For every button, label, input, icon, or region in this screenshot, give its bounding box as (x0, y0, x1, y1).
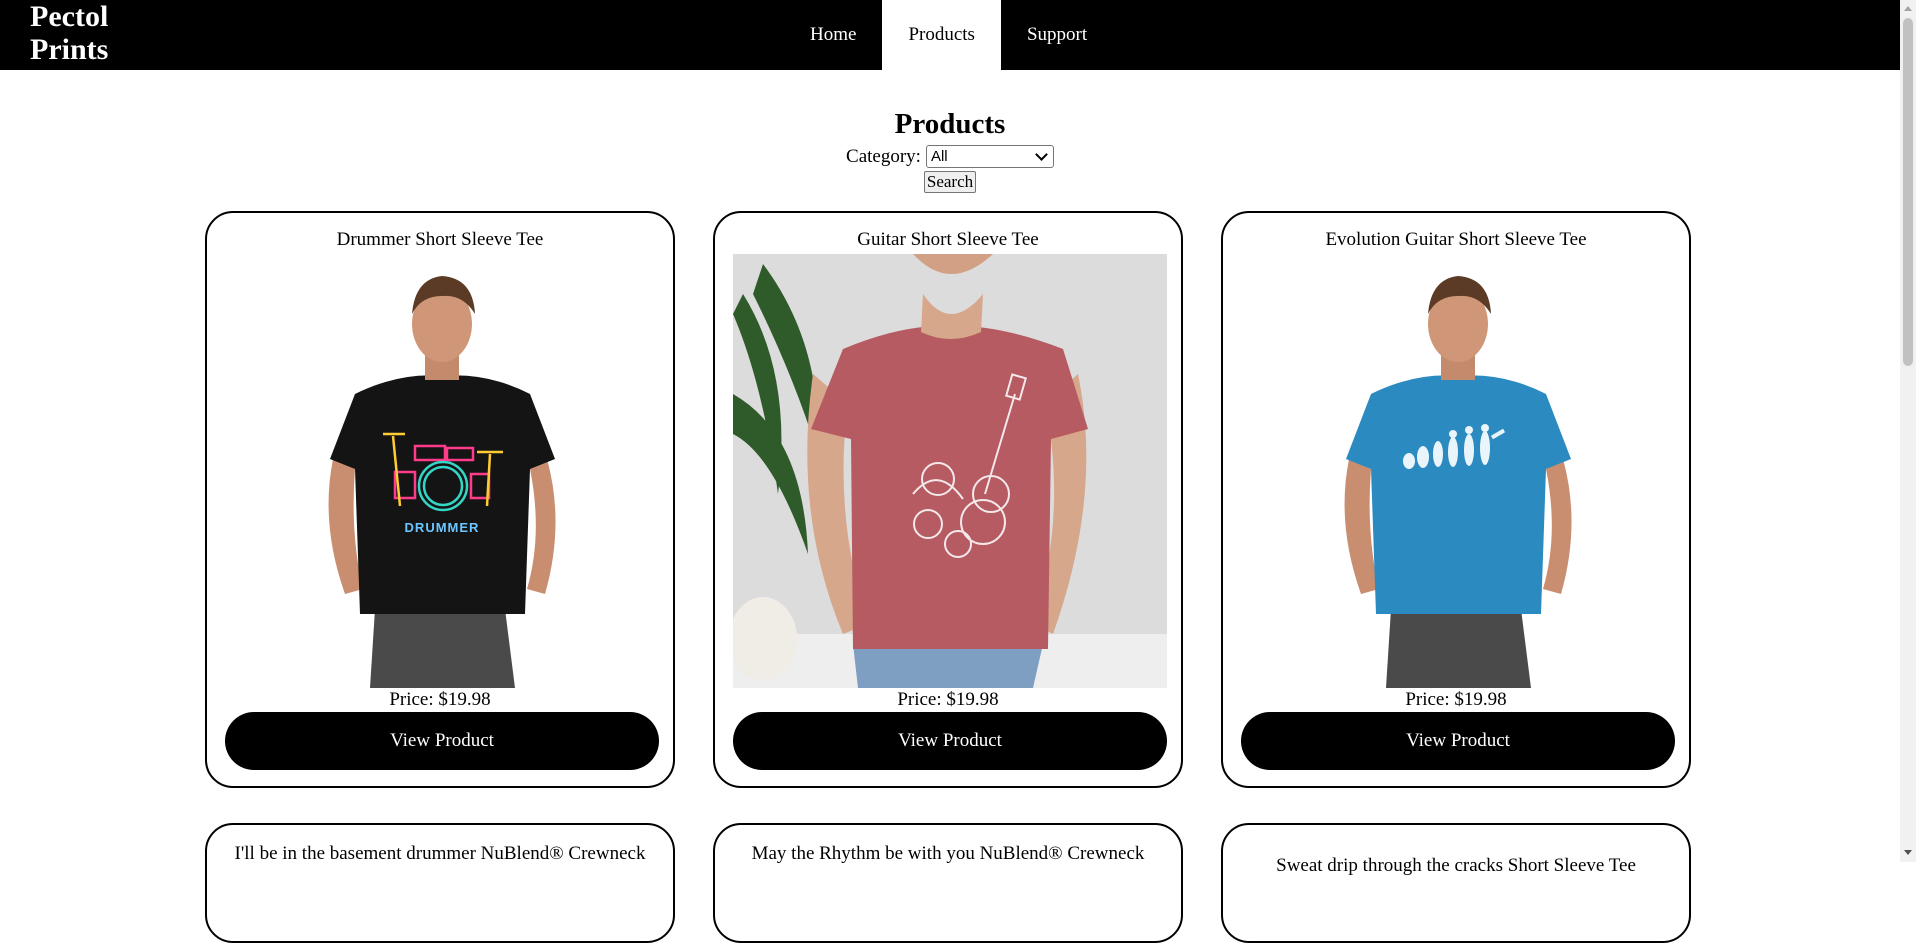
category-label: Category: (846, 145, 921, 167)
view-product-button[interactable]: View Product (733, 712, 1167, 770)
product-card: Evolution Guitar Short Sleeve Tee Price:… (1221, 211, 1691, 788)
nav-tab-support[interactable]: Support (1001, 0, 1113, 70)
nav-tab-home[interactable]: Home (784, 0, 882, 70)
category-selected-value: All (930, 148, 948, 165)
site-header: Pectol Prints Home Products Support (0, 0, 1900, 70)
product-card: Drummer Short Sleeve Tee DRUMMER Price: … (205, 211, 675, 788)
scroll-down-arrow-icon[interactable] (1900, 846, 1916, 860)
product-price: Price: $19.98 (389, 689, 491, 710)
category-filter: Category: All (0, 145, 1900, 168)
product-card: Sweat drip through the cracks Short Slee… (1221, 823, 1691, 943)
view-product-button[interactable]: View Product (225, 712, 659, 770)
product-image[interactable] (1241, 254, 1675, 688)
search-button[interactable]: Search (923, 171, 977, 193)
product-card: Guitar Short Sleeve Tee Price: $19.98 Vi… (713, 211, 1183, 788)
nav-tab-products[interactable]: Products (882, 0, 1001, 70)
scroll-thumb[interactable] (1903, 18, 1913, 366)
chevron-down-icon (1035, 148, 1048, 161)
svg-text:DRUMMER: DRUMMER (405, 520, 480, 535)
product-card: I'll be in the basement drummer NuBlend®… (205, 823, 675, 943)
main-nav: Home Products Support (784, 0, 1113, 70)
category-select[interactable]: All (925, 145, 1054, 168)
product-price: Price: $19.98 (897, 689, 999, 710)
product-image[interactable]: DRUMMER (225, 254, 659, 688)
product-price: Price: $19.98 (1405, 689, 1507, 710)
product-name: Evolution Guitar Short Sleeve Tee (1325, 229, 1587, 250)
view-product-button[interactable]: View Product (1241, 712, 1675, 770)
product-name: Guitar Short Sleeve Tee (857, 229, 1039, 250)
product-name: Sweat drip through the cracks Short Slee… (1276, 855, 1636, 876)
scroll-up-arrow-icon[interactable] (1900, 2, 1916, 16)
product-card: May the Rhythm be with you NuBlend® Crew… (713, 823, 1183, 943)
product-name: Drummer Short Sleeve Tee (336, 229, 544, 250)
product-image[interactable] (733, 254, 1167, 688)
page-title: Products (894, 108, 1006, 140)
page-scrollbar[interactable] (1900, 0, 1916, 862)
brand-logo[interactable]: Pectol Prints (30, 0, 170, 66)
